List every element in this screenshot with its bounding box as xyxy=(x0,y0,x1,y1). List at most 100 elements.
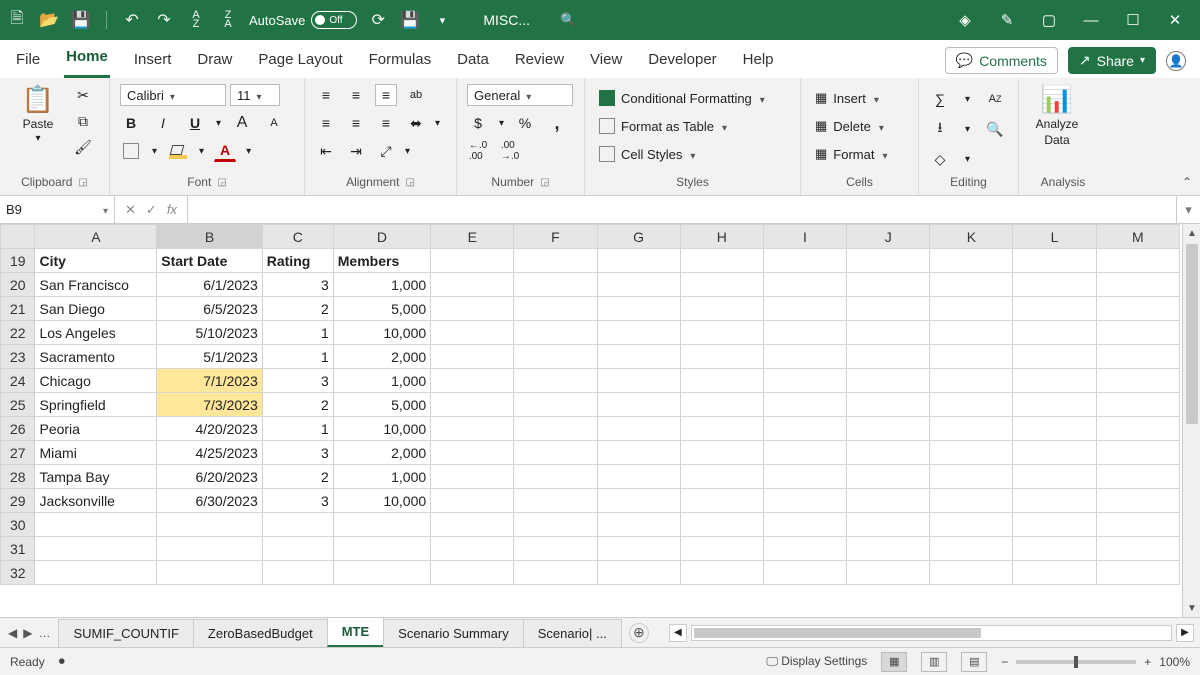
cell[interactable] xyxy=(763,393,846,417)
cell[interactable]: 2 xyxy=(262,465,333,489)
wrap-text-button[interactable]: ab xyxy=(405,84,427,106)
cell[interactable] xyxy=(680,393,763,417)
cell[interactable] xyxy=(930,273,1013,297)
cell[interactable]: 1 xyxy=(262,417,333,441)
cell[interactable] xyxy=(35,513,157,537)
sheet-nav-next-icon[interactable]: ▶ xyxy=(23,626,32,640)
row-header[interactable]: 29 xyxy=(1,489,35,513)
diamond-icon[interactable]: ◈ xyxy=(954,9,976,31)
cell[interactable] xyxy=(763,345,846,369)
cell[interactable] xyxy=(597,345,680,369)
cell[interactable] xyxy=(431,489,514,513)
row-header[interactable]: 30 xyxy=(1,513,35,537)
cell[interactable] xyxy=(597,297,680,321)
cell[interactable] xyxy=(262,513,333,537)
cell[interactable] xyxy=(1013,297,1096,321)
cell[interactable]: Sacramento xyxy=(35,345,157,369)
cell[interactable] xyxy=(930,441,1013,465)
scroll-down-icon[interactable]: ▼ xyxy=(1183,599,1200,617)
tab-developer[interactable]: Developer xyxy=(646,43,718,78)
align-center-icon[interactable]: ≡ xyxy=(345,112,367,134)
cell[interactable]: 6/20/2023 xyxy=(157,465,263,489)
sheet-nav-prev-icon[interactable]: ◀ xyxy=(8,626,17,640)
column-header-I[interactable]: I xyxy=(763,225,846,249)
cell[interactable] xyxy=(763,273,846,297)
cell[interactable] xyxy=(763,249,846,273)
cell[interactable] xyxy=(930,465,1013,489)
cell[interactable] xyxy=(930,561,1013,585)
cell[interactable] xyxy=(514,561,597,585)
increase-decimal-button[interactable]: ←.0.00 xyxy=(467,140,489,162)
cell[interactable] xyxy=(1096,537,1179,561)
cell[interactable]: 2,000 xyxy=(333,345,430,369)
cell[interactable]: 1,000 xyxy=(333,273,430,297)
tab-home[interactable]: Home xyxy=(64,40,110,78)
column-header-C[interactable]: C xyxy=(262,225,333,249)
cell[interactable] xyxy=(847,537,930,561)
new-file-icon[interactable]: 🗎 xyxy=(6,9,28,31)
cell[interactable] xyxy=(157,561,263,585)
cell[interactable]: San Francisco xyxy=(35,273,157,297)
redo-icon[interactable]: ↷ xyxy=(153,9,175,31)
number-format-combo[interactable]: General xyxy=(467,84,573,106)
cell[interactable]: Chicago xyxy=(35,369,157,393)
cell[interactable] xyxy=(1096,561,1179,585)
autosum-icon[interactable]: ∑ xyxy=(929,88,951,110)
orientation-icon[interactable]: ⤢ xyxy=(375,140,397,162)
cell[interactable] xyxy=(514,369,597,393)
cell[interactable]: Rating xyxy=(262,249,333,273)
cell[interactable] xyxy=(597,537,680,561)
sort-az-icon[interactable]: AZ xyxy=(185,9,207,31)
paste-button[interactable]: 📋 Paste ▾ xyxy=(10,84,66,144)
increase-indent-icon[interactable]: ⇥ xyxy=(345,140,367,162)
delete-cells-button[interactable]: ▦ Delete xyxy=(811,116,888,136)
cell[interactable] xyxy=(930,513,1013,537)
fill-color-button[interactable] xyxy=(167,140,189,162)
copy-icon[interactable]: ⧉ xyxy=(72,110,94,132)
cell[interactable] xyxy=(431,249,514,273)
cell[interactable] xyxy=(431,297,514,321)
cell[interactable] xyxy=(680,417,763,441)
find-icon[interactable]: 🔍 xyxy=(984,118,1006,140)
hscroll-left-icon[interactable]: ◀ xyxy=(669,624,687,642)
row-header[interactable]: 26 xyxy=(1,417,35,441)
cell[interactable] xyxy=(680,273,763,297)
undo-icon[interactable]: ↶ xyxy=(121,9,143,31)
comma-button[interactable]: , xyxy=(546,112,568,134)
currency-button[interactable]: $ xyxy=(467,112,489,134)
tab-file[interactable]: File xyxy=(14,43,42,78)
cell[interactable] xyxy=(35,537,157,561)
close-icon[interactable]: ✕ xyxy=(1164,9,1186,31)
horizontal-scrollbar[interactable]: ◀ ▶ xyxy=(649,618,1200,647)
cell[interactable] xyxy=(1013,561,1096,585)
cell[interactable] xyxy=(680,441,763,465)
cell[interactable] xyxy=(431,537,514,561)
decrease-decimal-button[interactable]: .00→.0 xyxy=(499,140,521,162)
cell[interactable] xyxy=(597,561,680,585)
cell[interactable] xyxy=(514,273,597,297)
cell[interactable] xyxy=(157,513,263,537)
cell[interactable] xyxy=(680,465,763,489)
view-page-layout-icon[interactable]: ▥ xyxy=(921,652,947,672)
cell[interactable] xyxy=(680,297,763,321)
cell[interactable] xyxy=(680,321,763,345)
underline-button[interactable]: U xyxy=(184,112,206,134)
cell[interactable] xyxy=(1096,489,1179,513)
format-as-table-button[interactable]: Format as Table xyxy=(595,116,731,136)
cell[interactable] xyxy=(597,441,680,465)
cell[interactable] xyxy=(514,393,597,417)
row-header[interactable]: 24 xyxy=(1,369,35,393)
cell[interactable] xyxy=(431,321,514,345)
cell[interactable]: 5,000 xyxy=(333,393,430,417)
row-header[interactable]: 23 xyxy=(1,345,35,369)
cell[interactable]: 6/30/2023 xyxy=(157,489,263,513)
cell[interactable] xyxy=(1013,489,1096,513)
sort-filter-icon[interactable]: AZ xyxy=(984,88,1006,110)
hscroll-right-icon[interactable]: ▶ xyxy=(1176,624,1194,642)
cell[interactable]: 10,000 xyxy=(333,417,430,441)
cell[interactable] xyxy=(763,369,846,393)
cell[interactable] xyxy=(680,345,763,369)
tab-review[interactable]: Review xyxy=(513,43,566,78)
cell[interactable] xyxy=(514,465,597,489)
cell[interactable] xyxy=(1013,393,1096,417)
